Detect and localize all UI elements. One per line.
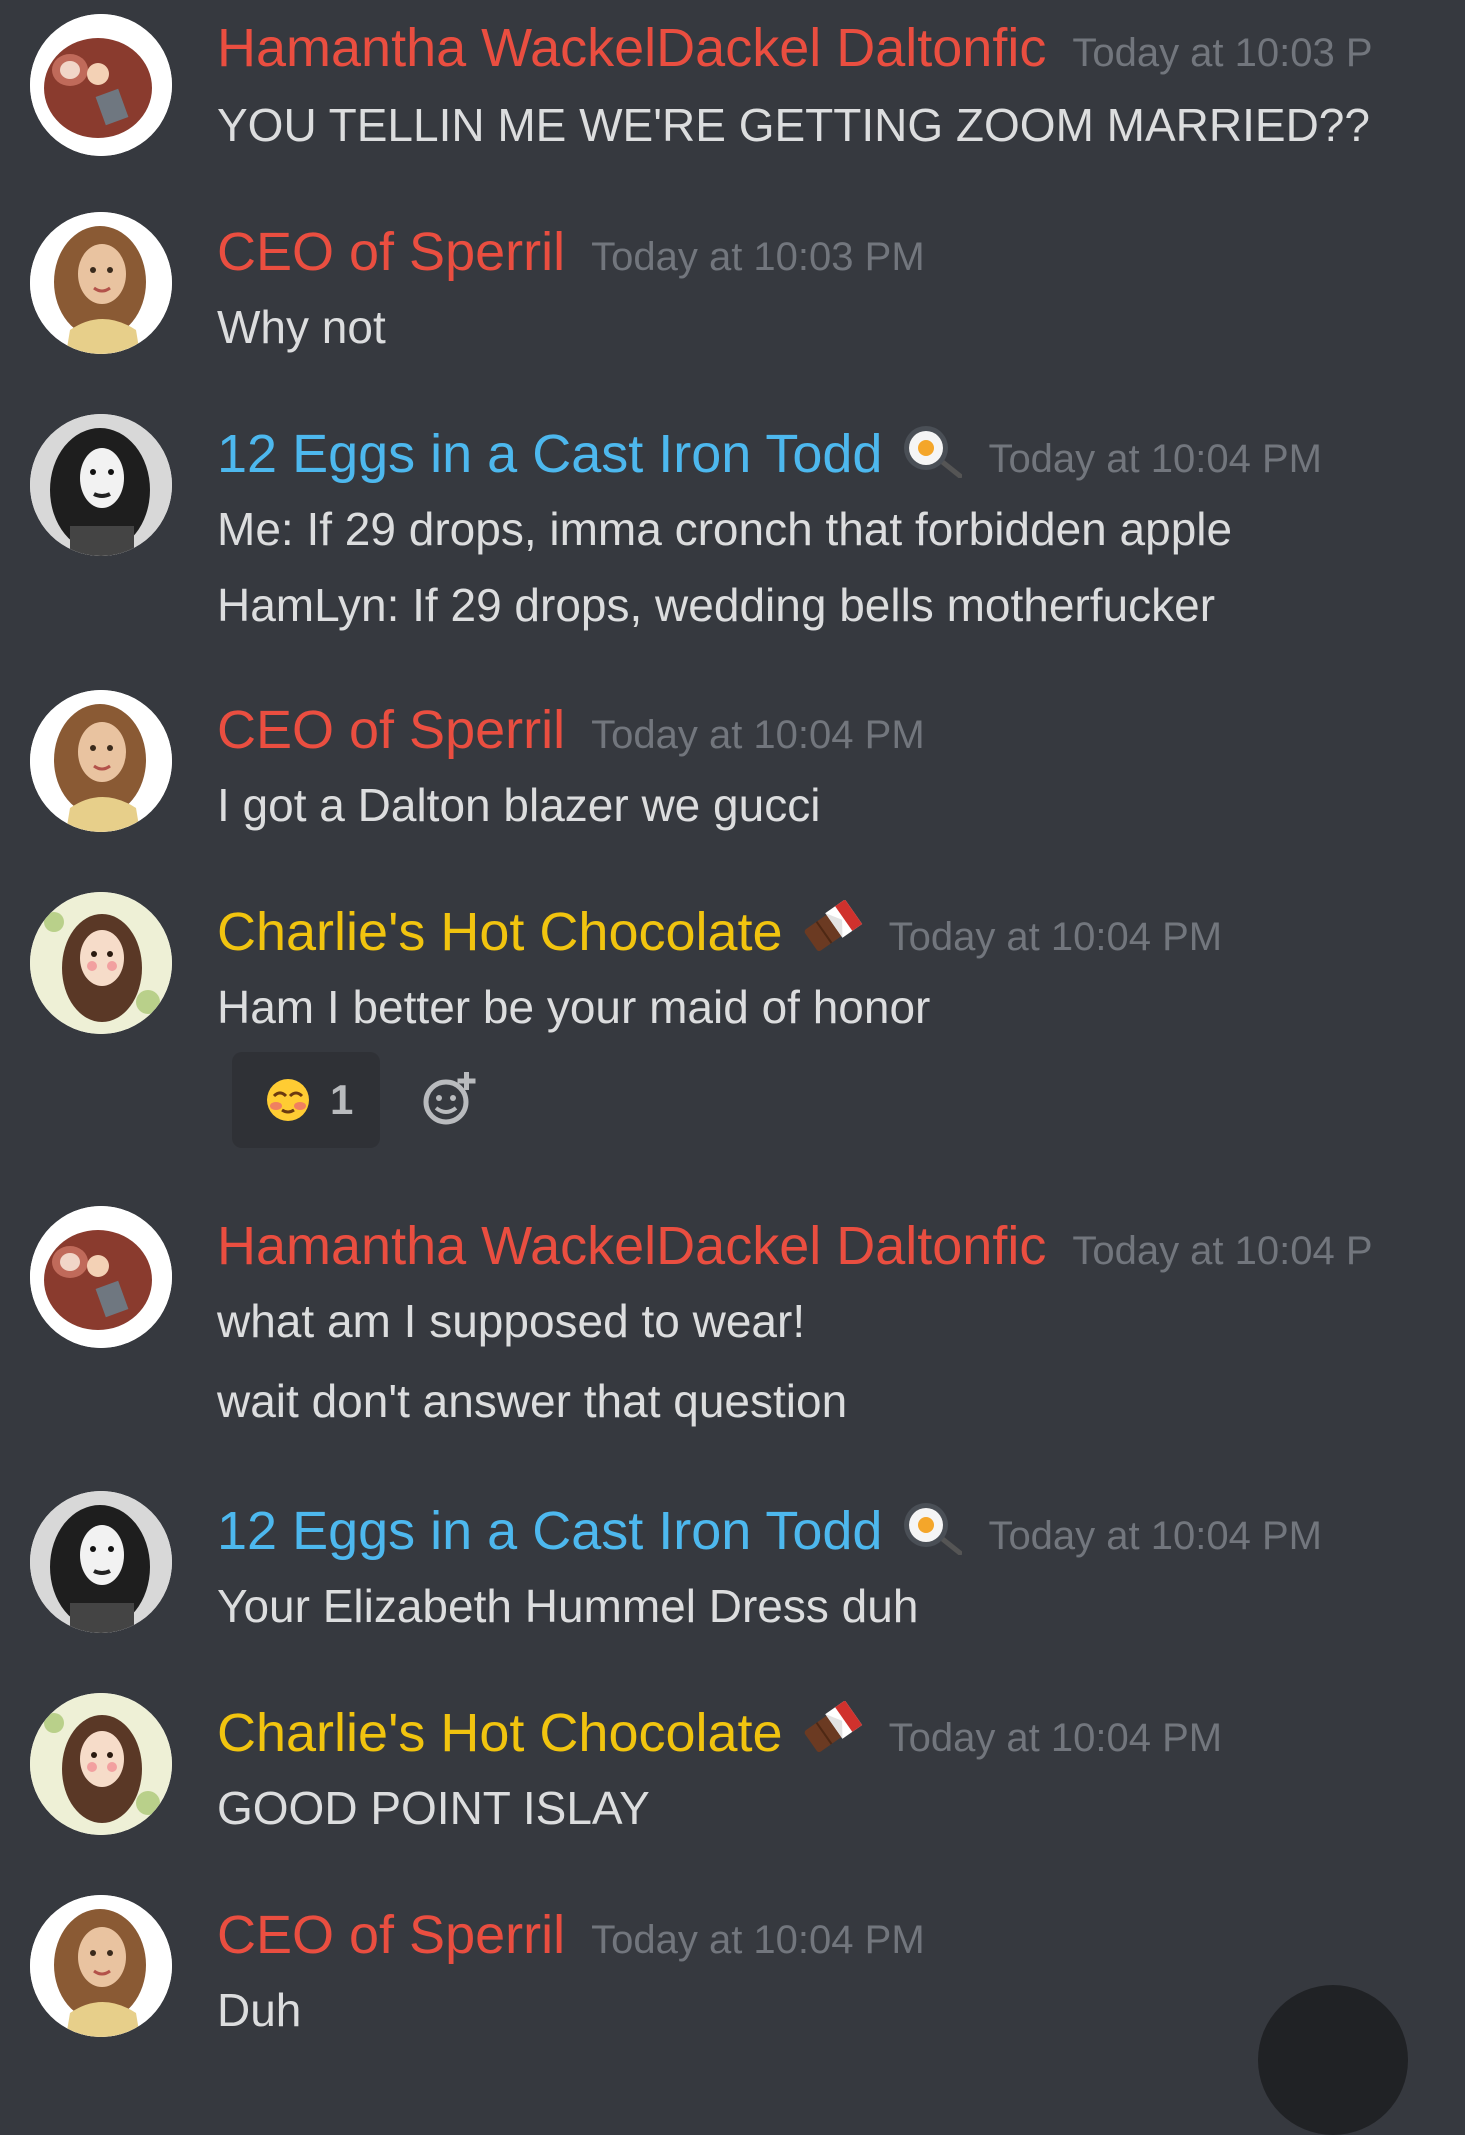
timestamp: Today at 10:04 PM bbox=[591, 713, 925, 757]
timestamp: Today at 10:04 PM bbox=[888, 1716, 1223, 1760]
message-header: Charlie's Hot Chocolate Today at 10:04 P… bbox=[217, 1693, 1222, 1773]
avatar-ceo[interactable] bbox=[30, 690, 172, 832]
avatar-image bbox=[30, 1693, 172, 1835]
message-text: HamLyn: If 29 drops, wedding bells mothe… bbox=[217, 579, 1216, 631]
avatar-image bbox=[30, 1491, 172, 1633]
avatar-ceo[interactable] bbox=[30, 1895, 172, 2037]
add-reaction-icon[interactable] bbox=[420, 1070, 480, 1130]
message-header: Hamantha WackelDackel Daltonfic Today at… bbox=[217, 1206, 1373, 1286]
message-text: Your Elizabeth Hummel Dress duh bbox=[217, 1580, 919, 1632]
timestamp: Today at 10:04 PM bbox=[888, 915, 1223, 959]
avatar-charlie[interactable] bbox=[30, 1693, 172, 1835]
avatar-todd[interactable] bbox=[30, 414, 172, 556]
avatar-image bbox=[30, 1206, 172, 1348]
timestamp: Today at 10:04 P bbox=[1072, 1229, 1373, 1273]
username[interactable]: 12 Eggs in a Cast Iron Todd bbox=[217, 414, 882, 494]
message-text: what am I supposed to wear! bbox=[217, 1295, 806, 1347]
blushing-face-icon bbox=[267, 1079, 309, 1121]
message-text: Ham I better be your maid of honor bbox=[217, 981, 931, 1033]
avatar-todd[interactable] bbox=[30, 1491, 172, 1633]
timestamp: Today at 10:04 PM bbox=[591, 1918, 925, 1962]
message-text: I got a Dalton blazer we gucci bbox=[217, 779, 821, 831]
avatar-hamantha[interactable] bbox=[30, 1206, 172, 1348]
username[interactable]: CEO of Sperril bbox=[217, 690, 565, 770]
avatar-image bbox=[30, 1895, 172, 2037]
message-header: CEO of Sperril Today at 10:03 PM bbox=[217, 212, 925, 292]
username[interactable]: Hamantha WackelDackel Daltonfic bbox=[217, 8, 1046, 88]
message-text: YOU TELLIN ME WE'RE GETTING ZOOM MARRIED… bbox=[217, 99, 1370, 151]
reaction-button[interactable]: 1 bbox=[232, 1052, 380, 1148]
chocolate-bar-icon bbox=[801, 900, 863, 956]
username[interactable]: CEO of Sperril bbox=[217, 1895, 565, 1975]
avatar-ceo[interactable] bbox=[30, 212, 172, 354]
username[interactable]: Charlie's Hot Chocolate bbox=[217, 892, 783, 972]
timestamp: Today at 10:03 P bbox=[1072, 31, 1373, 75]
message-header: CEO of Sperril Today at 10:04 PM bbox=[217, 690, 925, 770]
avatar-image bbox=[30, 212, 172, 354]
avatar-charlie[interactable] bbox=[30, 892, 172, 1034]
message-header: Hamantha WackelDackel Daltonfic Today at… bbox=[217, 8, 1373, 88]
username[interactable]: 12 Eggs in a Cast Iron Todd bbox=[217, 1491, 882, 1571]
message-text: Me: If 29 drops, imma cronch that forbid… bbox=[217, 503, 1233, 555]
reactions-bar: 1 bbox=[232, 1052, 480, 1148]
message-text: GOOD POINT ISLAY bbox=[217, 1782, 650, 1834]
username[interactable]: Hamantha WackelDackel Daltonfic bbox=[217, 1206, 1046, 1286]
fried-egg-pan-icon bbox=[900, 422, 963, 478]
avatar-hamantha[interactable] bbox=[30, 14, 172, 156]
avatar-image bbox=[30, 14, 172, 156]
chat-message-list: Hamantha WackelDackel Daltonfic Today at… bbox=[0, 0, 1465, 2048]
message-text: wait don't answer that question bbox=[217, 1375, 848, 1427]
avatar-image bbox=[30, 690, 172, 832]
reaction-count: 1 bbox=[330, 1076, 354, 1123]
timestamp: Today at 10:04 PM bbox=[988, 437, 1322, 481]
message-header: 12 Eggs in a Cast Iron Todd Today at 10:… bbox=[217, 1491, 1322, 1571]
username[interactable]: Charlie's Hot Chocolate bbox=[217, 1693, 783, 1773]
message-text: Why not bbox=[217, 301, 386, 353]
fried-egg-pan-icon bbox=[900, 1499, 963, 1555]
chocolate-bar-icon bbox=[801, 1701, 863, 1757]
jump-to-present-button[interactable] bbox=[1258, 1985, 1408, 2135]
username[interactable]: CEO of Sperril bbox=[217, 212, 565, 292]
avatar-image bbox=[30, 892, 172, 1034]
message-header: Charlie's Hot Chocolate Today at 10:04 P… bbox=[217, 892, 1222, 972]
message-header: 12 Eggs in a Cast Iron Todd Today at 10:… bbox=[217, 414, 1322, 494]
message-text: Duh bbox=[217, 1984, 302, 2036]
timestamp: Today at 10:04 PM bbox=[988, 1514, 1322, 1558]
timestamp: Today at 10:03 PM bbox=[591, 235, 925, 279]
message-header: CEO of Sperril Today at 10:04 PM bbox=[217, 1895, 925, 1975]
avatar-image bbox=[30, 414, 172, 556]
